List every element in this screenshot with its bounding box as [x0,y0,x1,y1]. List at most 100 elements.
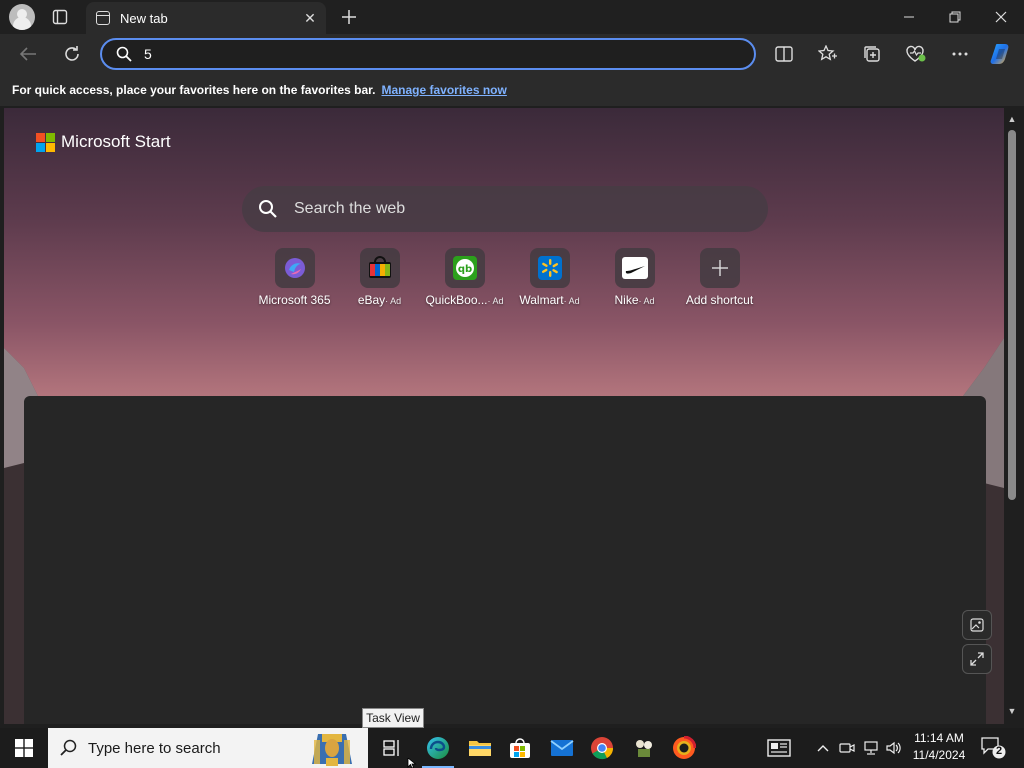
chrome-button[interactable] [582,728,622,768]
microsoft-logo-icon [36,132,55,152]
news-icon [767,739,791,757]
nike-swoosh-icon [621,257,648,279]
speaker-icon [886,741,901,755]
taskbar-search-box[interactable]: Type here to search [48,728,368,768]
microsoft-store-button[interactable] [500,728,540,768]
clock-date: 11/4/2024 [912,748,966,762]
restore-icon[interactable] [932,0,978,34]
tab-new-tab[interactable]: New tab ✕ [86,2,326,34]
scroll-up-icon[interactable]: ▲ [1007,114,1017,124]
shortcut-label: Nike [614,293,639,307]
taskbar: Type here to search 11:14 AM 11/4/2024 2 [0,728,1024,768]
web-search-placeholder: Search the web [294,200,406,217]
task-view-icon [383,740,399,756]
game-app-icon [634,738,654,758]
network-icon [864,741,878,755]
favorites-star-icon[interactable] [814,40,842,68]
microsoft-365-icon [284,258,305,278]
browser-essentials-icon[interactable] [902,40,930,68]
search-icon [116,46,132,62]
scroll-down-icon[interactable]: ▼ [1007,706,1017,716]
opera-button[interactable] [664,728,704,768]
search-highlight-pharaoh-icon [312,734,352,766]
collections-icon[interactable] [858,40,886,68]
edge-taskbar-button[interactable] [418,728,458,768]
search-icon [60,739,77,756]
plus-icon [711,260,728,276]
mouse-cursor-icon [407,758,417,768]
camera-icon [839,743,855,753]
tab-actions-icon[interactable] [46,5,74,29]
game-app-button[interactable] [624,728,664,768]
shortcut-label: Microsoft 365 [258,293,331,307]
new-tab-page: Microsoft Start Search the web Microsoft… [4,108,1004,724]
browser-toolbar: 5 [0,34,1024,74]
shortcut-label: eBay [357,293,386,307]
volume-button[interactable] [883,728,905,768]
notification-center-button[interactable]: 2 [980,736,1006,760]
shortcut-microsoft-365[interactable]: Microsoft 365 [252,248,337,307]
shortcut-quickbooks[interactable]: qb QuickBoo...· Ad [422,248,507,307]
search-icon [259,200,277,218]
chevron-up-icon [817,745,829,752]
title-bar: New tab ✕ [0,0,1024,34]
news-widget-button[interactable] [760,728,798,768]
new-tab-favicon-icon [96,11,110,25]
new-tab-button[interactable] [336,4,362,30]
network-button[interactable] [860,728,882,768]
address-input-value[interactable]: 5 [144,46,152,62]
brand-title: Microsoft Start [61,132,171,151]
background-image-button[interactable] [962,610,992,640]
shortcut-label: Walmart [519,293,564,307]
address-bar[interactable]: 5 [100,38,756,70]
image-icon [970,618,984,632]
content-feed-panel [24,396,986,724]
shortcut-ebay[interactable]: eBay· Ad [337,248,422,307]
clock-time: 11:14 AM [914,731,964,745]
mail-button[interactable] [542,728,582,768]
shortcut-add[interactable]: Add shortcut [677,248,762,307]
profile-avatar[interactable] [9,4,35,30]
close-window-icon[interactable] [978,0,1024,34]
browser-ring-icon [673,736,696,759]
expand-icon [970,652,984,666]
scroll-thumb[interactable] [1008,130,1016,500]
shortcut-label: Add shortcut [685,293,754,307]
task-view-button[interactable] [372,728,412,768]
page-scrollbar[interactable]: ▲ ▼ [1004,108,1020,724]
task-view-tooltip: Task View [362,708,424,728]
mail-icon [550,740,574,756]
refresh-icon[interactable] [58,40,86,68]
manage-favorites-link[interactable]: Manage favorites now [381,83,506,97]
shortcuts-row: Microsoft 365 eBay· Ad qb QuickBoo...· A… [252,248,762,307]
split-screen-icon[interactable] [770,40,798,68]
edge-icon [427,737,449,759]
meet-now-button[interactable] [836,728,858,768]
start-button[interactable] [0,728,48,768]
file-explorer-button[interactable] [460,728,500,768]
svg-text:qb: qb [457,264,471,275]
copilot-icon[interactable] [988,40,1016,68]
favorites-hint-text: For quick access, place your favorites h… [12,83,376,97]
back-arrow-icon[interactable] [14,40,42,68]
shortcut-nike[interactable]: Nike· Ad [592,248,677,307]
shortcut-walmart[interactable]: Walmart· Ad [507,248,592,307]
folder-icon [469,741,491,756]
shortcut-label: QuickBoo... [425,293,488,307]
ebay-bag-icon [368,256,391,278]
taskbar-clock[interactable]: 11:14 AM 11/4/2024 [906,730,972,766]
store-icon [510,738,530,758]
taskbar-search-placeholder: Type here to search [88,739,221,757]
chrome-icon [591,737,614,760]
more-options-icon[interactable] [946,40,974,68]
microsoft-start-brand[interactable]: Microsoft Start [36,132,171,152]
show-hidden-icons-button[interactable] [812,728,834,768]
web-search-box[interactable]: Search the web [242,186,768,232]
expand-button[interactable] [962,644,992,674]
tab-title: New tab [120,10,168,26]
quickbooks-icon: qb [452,256,477,280]
minimize-icon[interactable] [886,0,932,34]
notification-count: 2 [995,745,1003,757]
favorites-bar: For quick access, place your favorites h… [0,74,1024,106]
close-tab-icon[interactable]: ✕ [300,8,320,28]
